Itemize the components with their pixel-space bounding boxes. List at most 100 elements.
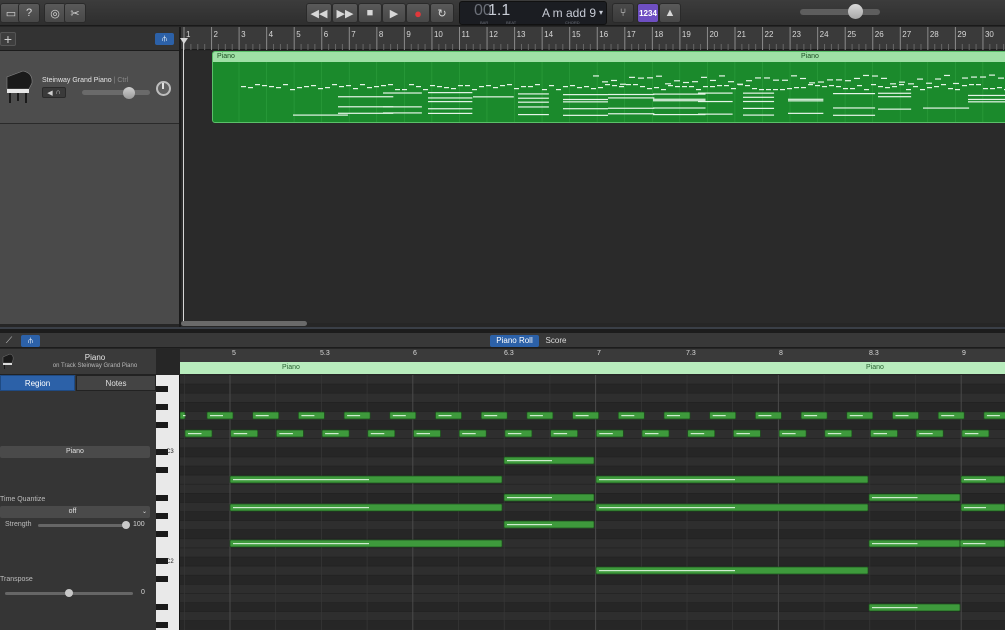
black-key[interactable] <box>156 513 168 519</box>
region-note <box>290 89 295 91</box>
editor-filter-button[interactable]: ⫛ <box>21 335 40 347</box>
black-key[interactable] <box>156 467 168 473</box>
region-note <box>338 96 394 98</box>
region-note <box>518 97 549 99</box>
rewind-button[interactable]: ◀◀ <box>306 3 332 23</box>
note-velocity-line <box>872 607 918 609</box>
tab-region[interactable]: Region <box>0 375 75 391</box>
region-note <box>465 85 470 87</box>
playhead[interactable] <box>183 38 184 323</box>
headphones-icon[interactable]: ∩ <box>56 89 61 96</box>
pr-ruler-label: 6 <box>413 350 417 357</box>
region-note <box>818 81 824 83</box>
editors-button[interactable]: ✂ <box>64 3 86 23</box>
region-note <box>360 84 365 86</box>
horizontal-scrollbar[interactable] <box>181 321 307 326</box>
metronome-button[interactable]: ▲ <box>659 3 681 23</box>
filter-icon: ⫛ <box>28 336 33 345</box>
region-note <box>998 77 1004 79</box>
mute-solo-buttons[interactable]: ◀ ∩ <box>42 87 66 98</box>
region-note <box>665 83 671 85</box>
note-velocity-line <box>712 415 726 417</box>
strength-slider[interactable] <box>38 524 128 527</box>
midi-region[interactable]: Piano Piano <box>212 51 1005 123</box>
help-button[interactable]: ? <box>18 3 40 23</box>
stop-button[interactable]: ■ <box>358 3 382 23</box>
play-button[interactable]: ▶ <box>382 3 406 23</box>
add-track-button[interactable]: + <box>0 32 16 46</box>
pitch-row <box>180 511 1005 521</box>
track-filter-button[interactable]: ⫛ <box>155 33 174 45</box>
black-key[interactable] <box>156 604 168 610</box>
play-icon: ▶ <box>389 7 399 20</box>
time-quantize-select[interactable]: off ⌄ <box>0 506 150 518</box>
track-volume-slider[interactable] <box>82 90 150 95</box>
pitch-row <box>180 438 1005 448</box>
ruler-number: 12 <box>489 30 498 39</box>
region-note <box>692 81 698 83</box>
pr-ruler-label: 7.3 <box>686 350 696 357</box>
region-note <box>608 93 655 96</box>
region-note <box>563 86 568 88</box>
ruler-number: 18 <box>654 30 664 39</box>
pan-knob[interactable] <box>156 81 171 96</box>
count-in-button[interactable]: 1234 <box>637 3 659 23</box>
piano-keyboard[interactable]: C3 C2 <box>156 375 180 630</box>
region-note <box>241 86 246 88</box>
master-volume-slider[interactable] <box>800 9 880 15</box>
chevron-down-icon[interactable]: ▾ <box>599 8 603 17</box>
black-key[interactable] <box>156 622 168 628</box>
ruler-number: 16 <box>599 30 609 39</box>
speaker-icon[interactable]: ◀ <box>47 89 52 97</box>
black-key[interactable] <box>156 531 168 537</box>
region-name-field[interactable]: Piano <box>0 446 150 458</box>
region-note <box>304 86 309 88</box>
pitch-row <box>180 484 1005 494</box>
track-volume-knob[interactable] <box>123 87 135 99</box>
region-note <box>638 77 644 79</box>
tab-notes[interactable]: Notes <box>76 375 156 391</box>
region-note <box>598 87 603 89</box>
lcd-display[interactable]: 00 1.1 BAR BEAT A m add 9 CHORD ▾ <box>459 1 607 25</box>
note-velocity-line <box>599 570 735 572</box>
piano-roll-ruler[interactable] <box>180 349 1005 362</box>
region-note <box>428 97 473 99</box>
question-icon: ? <box>25 7 33 19</box>
record-button[interactable]: ● <box>406 3 430 23</box>
fast-forward-button[interactable]: ▶▶ <box>332 3 358 23</box>
region-note <box>788 98 824 100</box>
track-name[interactable]: Steinway Grand Piano | Ctrl <box>42 77 128 84</box>
tuner-button[interactable]: ⑂ <box>612 3 634 23</box>
region-note <box>927 87 932 89</box>
smart-controls-button[interactable]: ◎ <box>44 3 66 23</box>
black-key[interactable] <box>156 386 168 392</box>
strength-slider-knob[interactable] <box>122 521 130 529</box>
master-volume-knob[interactable] <box>848 4 863 19</box>
black-key[interactable] <box>156 404 168 410</box>
tab-score[interactable]: Score <box>540 335 572 347</box>
ruler-number: 27 <box>902 30 912 39</box>
region-note <box>563 108 608 110</box>
cycle-button[interactable]: ↻ <box>430 3 454 23</box>
region-note <box>493 87 498 89</box>
region-note <box>997 87 1002 89</box>
transpose-slider-knob[interactable] <box>65 589 73 597</box>
region-note <box>773 79 779 81</box>
key-octave-label: C2 <box>166 559 174 565</box>
region-note <box>653 93 706 95</box>
black-key[interactable] <box>156 495 168 501</box>
tab-piano-roll[interactable]: Piano Roll <box>490 335 539 347</box>
editor-tool-button[interactable]: ⟋ <box>0 335 18 347</box>
black-key[interactable] <box>156 576 168 582</box>
region-note <box>640 86 645 88</box>
region-note <box>416 86 421 88</box>
piano-roll-grid[interactable] <box>180 375 1005 630</box>
region-note <box>518 101 549 103</box>
note-velocity-line <box>233 507 369 509</box>
region-note <box>374 86 379 88</box>
region-note <box>815 85 820 87</box>
region-note <box>737 83 743 85</box>
black-key[interactable] <box>156 422 168 428</box>
cycle-icon: ↻ <box>437 7 447 20</box>
region-note <box>563 98 608 101</box>
